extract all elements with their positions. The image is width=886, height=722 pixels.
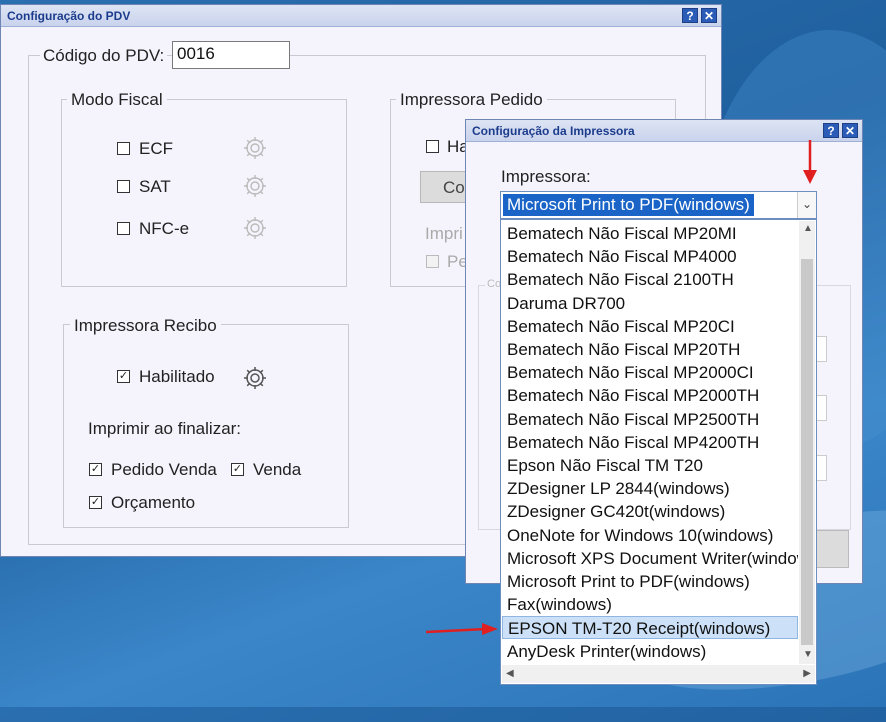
pdv-config-titlebar: Configuração do PDV ? ✕ xyxy=(1,5,721,27)
impressora-recibo-title: Impressora Recibo xyxy=(70,316,221,336)
nfce-checkbox[interactable] xyxy=(117,222,130,235)
gear-icon[interactable] xyxy=(242,215,268,241)
horizontal-scrollbar[interactable]: ◀ ▶ xyxy=(502,665,815,683)
printer-list-item[interactable]: AnyDesk Printer(windows) xyxy=(502,640,798,663)
help-icon[interactable]: ? xyxy=(823,123,839,138)
printer-list-item[interactable]: Microsoft XPS Document Writer(windows) xyxy=(502,547,798,570)
arrow-up-icon[interactable]: ▲ xyxy=(803,223,813,234)
red-annotation-arrow xyxy=(425,623,498,635)
help-icon[interactable]: ? xyxy=(682,8,698,23)
printer-list-item[interactable]: EPSON TM-T20 Receipt(windows) xyxy=(502,616,798,640)
printer-list-item[interactable]: Microsoft Print to PDF(windows) xyxy=(502,570,798,593)
printer-label: Impressora: xyxy=(501,167,591,186)
close-icon[interactable]: ✕ xyxy=(701,8,717,23)
printer-list-item[interactable]: OneNote for Windows 10(windows) xyxy=(502,524,798,547)
red-annotation-arrow xyxy=(803,140,817,184)
printer-combobox[interactable]: Microsoft Print to PDF(windows) ⌄ xyxy=(500,191,817,219)
pedido-option-checkbox[interactable] xyxy=(426,255,439,268)
sat-label: SAT xyxy=(139,177,171,196)
ecf-label: ECF xyxy=(139,139,173,158)
printer-list-item[interactable]: Bematech Não Fiscal MP2000CI xyxy=(502,361,798,384)
printer-list-item[interactable]: Bematech Não Fiscal MP20CI xyxy=(502,315,798,338)
scrollbar-thumb[interactable] xyxy=(801,259,813,645)
arrow-right-icon[interactable]: ▶ xyxy=(803,668,811,679)
dialog-title: Configuração da Impressora xyxy=(472,123,635,138)
orcamento-checkbox[interactable]: ✓ xyxy=(89,496,102,509)
window-title: Configuração do PDV xyxy=(7,8,131,23)
nfce-label: NFC-e xyxy=(139,219,190,238)
arrow-down-icon[interactable]: ▼ xyxy=(803,649,813,660)
pdv-code-input[interactable]: 0016 xyxy=(172,41,290,69)
chevron-down-icon[interactable]: ⌄ xyxy=(797,192,816,218)
pdv-code-label: Código do PDV: xyxy=(40,46,168,66)
gear-icon[interactable] xyxy=(242,135,268,161)
printer-list-item[interactable]: Bematech Não Fiscal MP4200TH xyxy=(502,431,798,454)
gear-icon[interactable] xyxy=(242,365,268,391)
modo-fiscal-frame xyxy=(61,99,347,287)
venda-checkbox[interactable]: ✓ xyxy=(231,463,244,476)
printer-list-item[interactable]: Bematech Não Fiscal MP4000 xyxy=(502,245,798,268)
orcamento-label: Orçamento xyxy=(111,493,196,512)
venda-label: Venda xyxy=(253,460,302,479)
modo-fiscal-title: Modo Fiscal xyxy=(67,90,167,110)
printer-list-item[interactable]: Bematech Não Fiscal MP2000TH xyxy=(502,384,798,407)
arrow-left-icon[interactable]: ◀ xyxy=(506,668,514,679)
pedido-venda-checkbox[interactable]: ✓ xyxy=(89,463,102,476)
printer-list-item[interactable]: Epson Não Fiscal TM T20 xyxy=(502,454,798,477)
printer-list-item[interactable]: ZDesigner LP 2844(windows) xyxy=(502,477,798,500)
printer-list-item[interactable]: Bematech Não Fiscal MP20MI xyxy=(502,222,798,245)
recibo-habilitado-label: Habilitado xyxy=(139,367,215,386)
printer-list-item[interactable]: ZDesigner GC420t(windows) xyxy=(502,500,798,523)
impressora-pedido-title: Impressora Pedido xyxy=(396,90,547,110)
printer-list-item[interactable]: Bematech Não Fiscal MP2500TH xyxy=(502,408,798,431)
recibo-habilitado-checkbox[interactable]: ✓ xyxy=(117,370,130,383)
pedido-venda-label: Pedido Venda xyxy=(111,460,217,479)
printer-dropdown-list[interactable]: AnyDesk Printer(windows) EPSON TM-T20 Rec… xyxy=(500,219,817,685)
printer-list-item[interactable]: Bematech Não Fiscal MP20TH xyxy=(502,338,798,361)
pedido-config-button-label: Co xyxy=(443,178,465,197)
close-icon[interactable]: ✕ xyxy=(842,123,858,138)
printer-list-item[interactable]: Daruma DR700 xyxy=(502,292,798,315)
sat-checkbox[interactable] xyxy=(117,180,130,193)
dialog-ghost-button[interactable] xyxy=(815,530,849,568)
ecf-checkbox[interactable] xyxy=(117,142,130,155)
gear-icon[interactable] xyxy=(242,173,268,199)
imprimir-finalizar-label: Imprimir ao finalizar: xyxy=(88,419,242,438)
printer-list-item[interactable]: Fax(windows) xyxy=(502,593,798,616)
pedido-imprimir-label: Impri xyxy=(425,224,463,243)
vertical-scrollbar[interactable]: ▲ ▼ xyxy=(799,221,815,664)
printer-list-item[interactable]: Bematech Não Fiscal 2100TH xyxy=(502,268,798,291)
printer-combobox-value: Microsoft Print to PDF(windows) xyxy=(503,194,754,216)
pedido-habilitado-checkbox[interactable] xyxy=(426,140,439,153)
